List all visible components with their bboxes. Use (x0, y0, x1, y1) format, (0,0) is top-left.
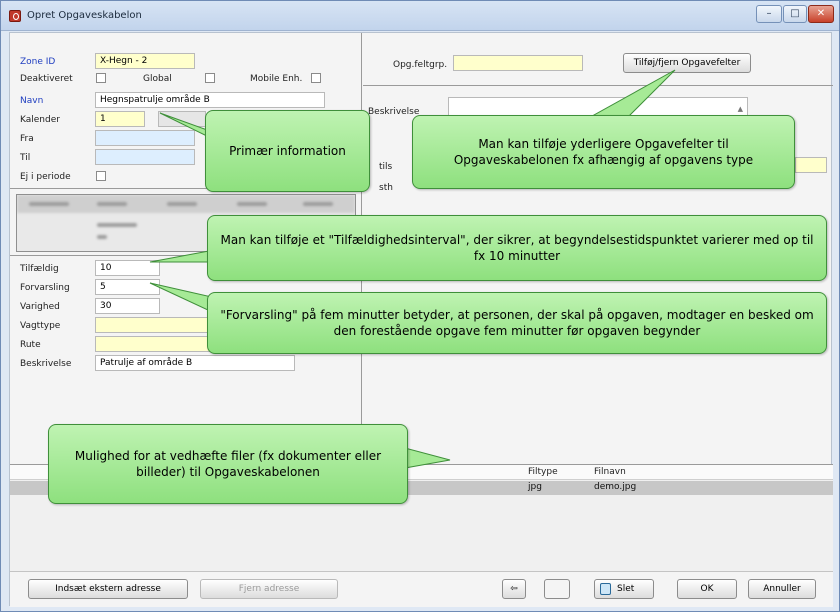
global-label: Global (143, 74, 172, 84)
arrow-left-icon[interactable]: ⇦ (502, 579, 526, 599)
varighed-field[interactable]: 30 (95, 298, 160, 314)
trash-icon (600, 583, 611, 595)
forvarsling-label: Forvarsling (20, 283, 70, 293)
fjern-adresse-button[interactable]: Fjern adresse (200, 579, 338, 599)
app-icon (9, 10, 21, 22)
forvarsling-field[interactable]: 5 (95, 279, 160, 295)
blurred-text (29, 202, 69, 206)
callout-forvarsling: "Forvarsling" på fem minutter betyder, a… (207, 292, 827, 354)
indsaet-ekstern-adresse-button[interactable]: Indsæt ekstern adresse (28, 579, 188, 599)
blurred-text (167, 202, 197, 206)
column-header-filnavn[interactable]: Filnavn (594, 467, 626, 477)
kalender-field[interactable]: 1 (95, 111, 145, 127)
callout-filer: Mulighed for at vedhæfte filer (fx dokum… (48, 424, 408, 504)
mobile-enh-checkbox[interactable] (311, 73, 321, 83)
title-bar[interactable]: Opret Opgaveskabelon – □ ✕ (1, 1, 839, 31)
tilfaeldig-label: Tilfældig (20, 264, 59, 274)
blank-button[interactable] (544, 579, 570, 599)
blurred-text (97, 235, 107, 239)
tilfoej-opgavefelter-button[interactable]: Tilføj/fjern Opgavefelter (623, 53, 751, 73)
beskrivelse-field[interactable]: Patrulje af område B (95, 355, 295, 371)
blurred-text (303, 202, 333, 206)
annuller-button[interactable]: Annuller (748, 579, 816, 599)
callout-primaer: Primær information (205, 110, 370, 192)
zone-id-label: Zone ID (20, 57, 56, 67)
callout-opgavefelter: Man kan tilføje yderligere Opgavefelter … (412, 115, 795, 189)
deaktiveret-checkbox[interactable] (96, 73, 106, 83)
slet-button[interactable]: Slet (594, 579, 654, 599)
navn-label: Navn (20, 96, 44, 106)
til-label: Til (20, 153, 31, 163)
partial-label: sth (379, 183, 393, 193)
partial-label: tils (379, 162, 393, 172)
cell-filtype: jpg (528, 482, 542, 492)
mobile-enh-label: Mobile Enh. (250, 74, 303, 84)
til-field[interactable] (95, 149, 195, 165)
vagttype-label: Vagttype (20, 321, 61, 331)
opg-feltgrp-field[interactable] (453, 55, 583, 71)
rute-label: Rute (20, 340, 41, 350)
navn-field[interactable]: Hegnspatrulje område B (95, 92, 325, 108)
column-header-filtype[interactable]: Filtype (528, 467, 558, 477)
slet-label: Slet (617, 584, 635, 594)
fra-label: Fra (20, 134, 34, 144)
scroll-up-icon[interactable]: ▲ (738, 102, 743, 116)
minimize-button[interactable]: – (756, 5, 782, 23)
beskrivelse-label: Beskrivelse (20, 359, 72, 369)
vagttype-field[interactable] (95, 317, 215, 333)
section-divider (363, 85, 833, 86)
ej-i-periode-checkbox[interactable] (96, 171, 106, 181)
deaktiveret-label: Deaktiveret (20, 74, 73, 84)
varighed-label: Varighed (20, 302, 60, 312)
window-title: Opret Opgaveskabelon (27, 10, 142, 21)
global-checkbox[interactable] (205, 73, 215, 83)
blurred-text (237, 202, 267, 206)
callout-tilfaeldig: Man kan tilføje et "Tilfældighedsinterva… (207, 215, 827, 281)
right-beskrivelse-label: Beskrivelse (368, 107, 420, 117)
tilfaeldig-field[interactable]: 10 (95, 260, 160, 276)
right-yellow-field[interactable] (795, 157, 827, 173)
opg-feltgrp-label: Opg.feltgrp. (393, 60, 448, 70)
blurred-text (97, 223, 137, 227)
zone-id-field[interactable]: X-Hegn - 2 (95, 53, 195, 69)
cell-filnavn: demo.jpg (594, 482, 637, 492)
close-button[interactable]: ✕ (808, 5, 834, 23)
kalender-picker[interactable] (158, 111, 206, 127)
ej-i-periode-label: Ej i periode (20, 172, 71, 182)
footer-bar: Indsæt ekstern adresse Fjern adresse ⇦ S… (10, 571, 833, 607)
ok-button[interactable]: OK (677, 579, 737, 599)
blurred-text (97, 202, 127, 206)
kalender-label: Kalender (20, 115, 60, 125)
rute-field[interactable] (95, 336, 215, 352)
fra-field[interactable] (95, 130, 195, 146)
maximize-button[interactable]: □ (783, 5, 807, 23)
